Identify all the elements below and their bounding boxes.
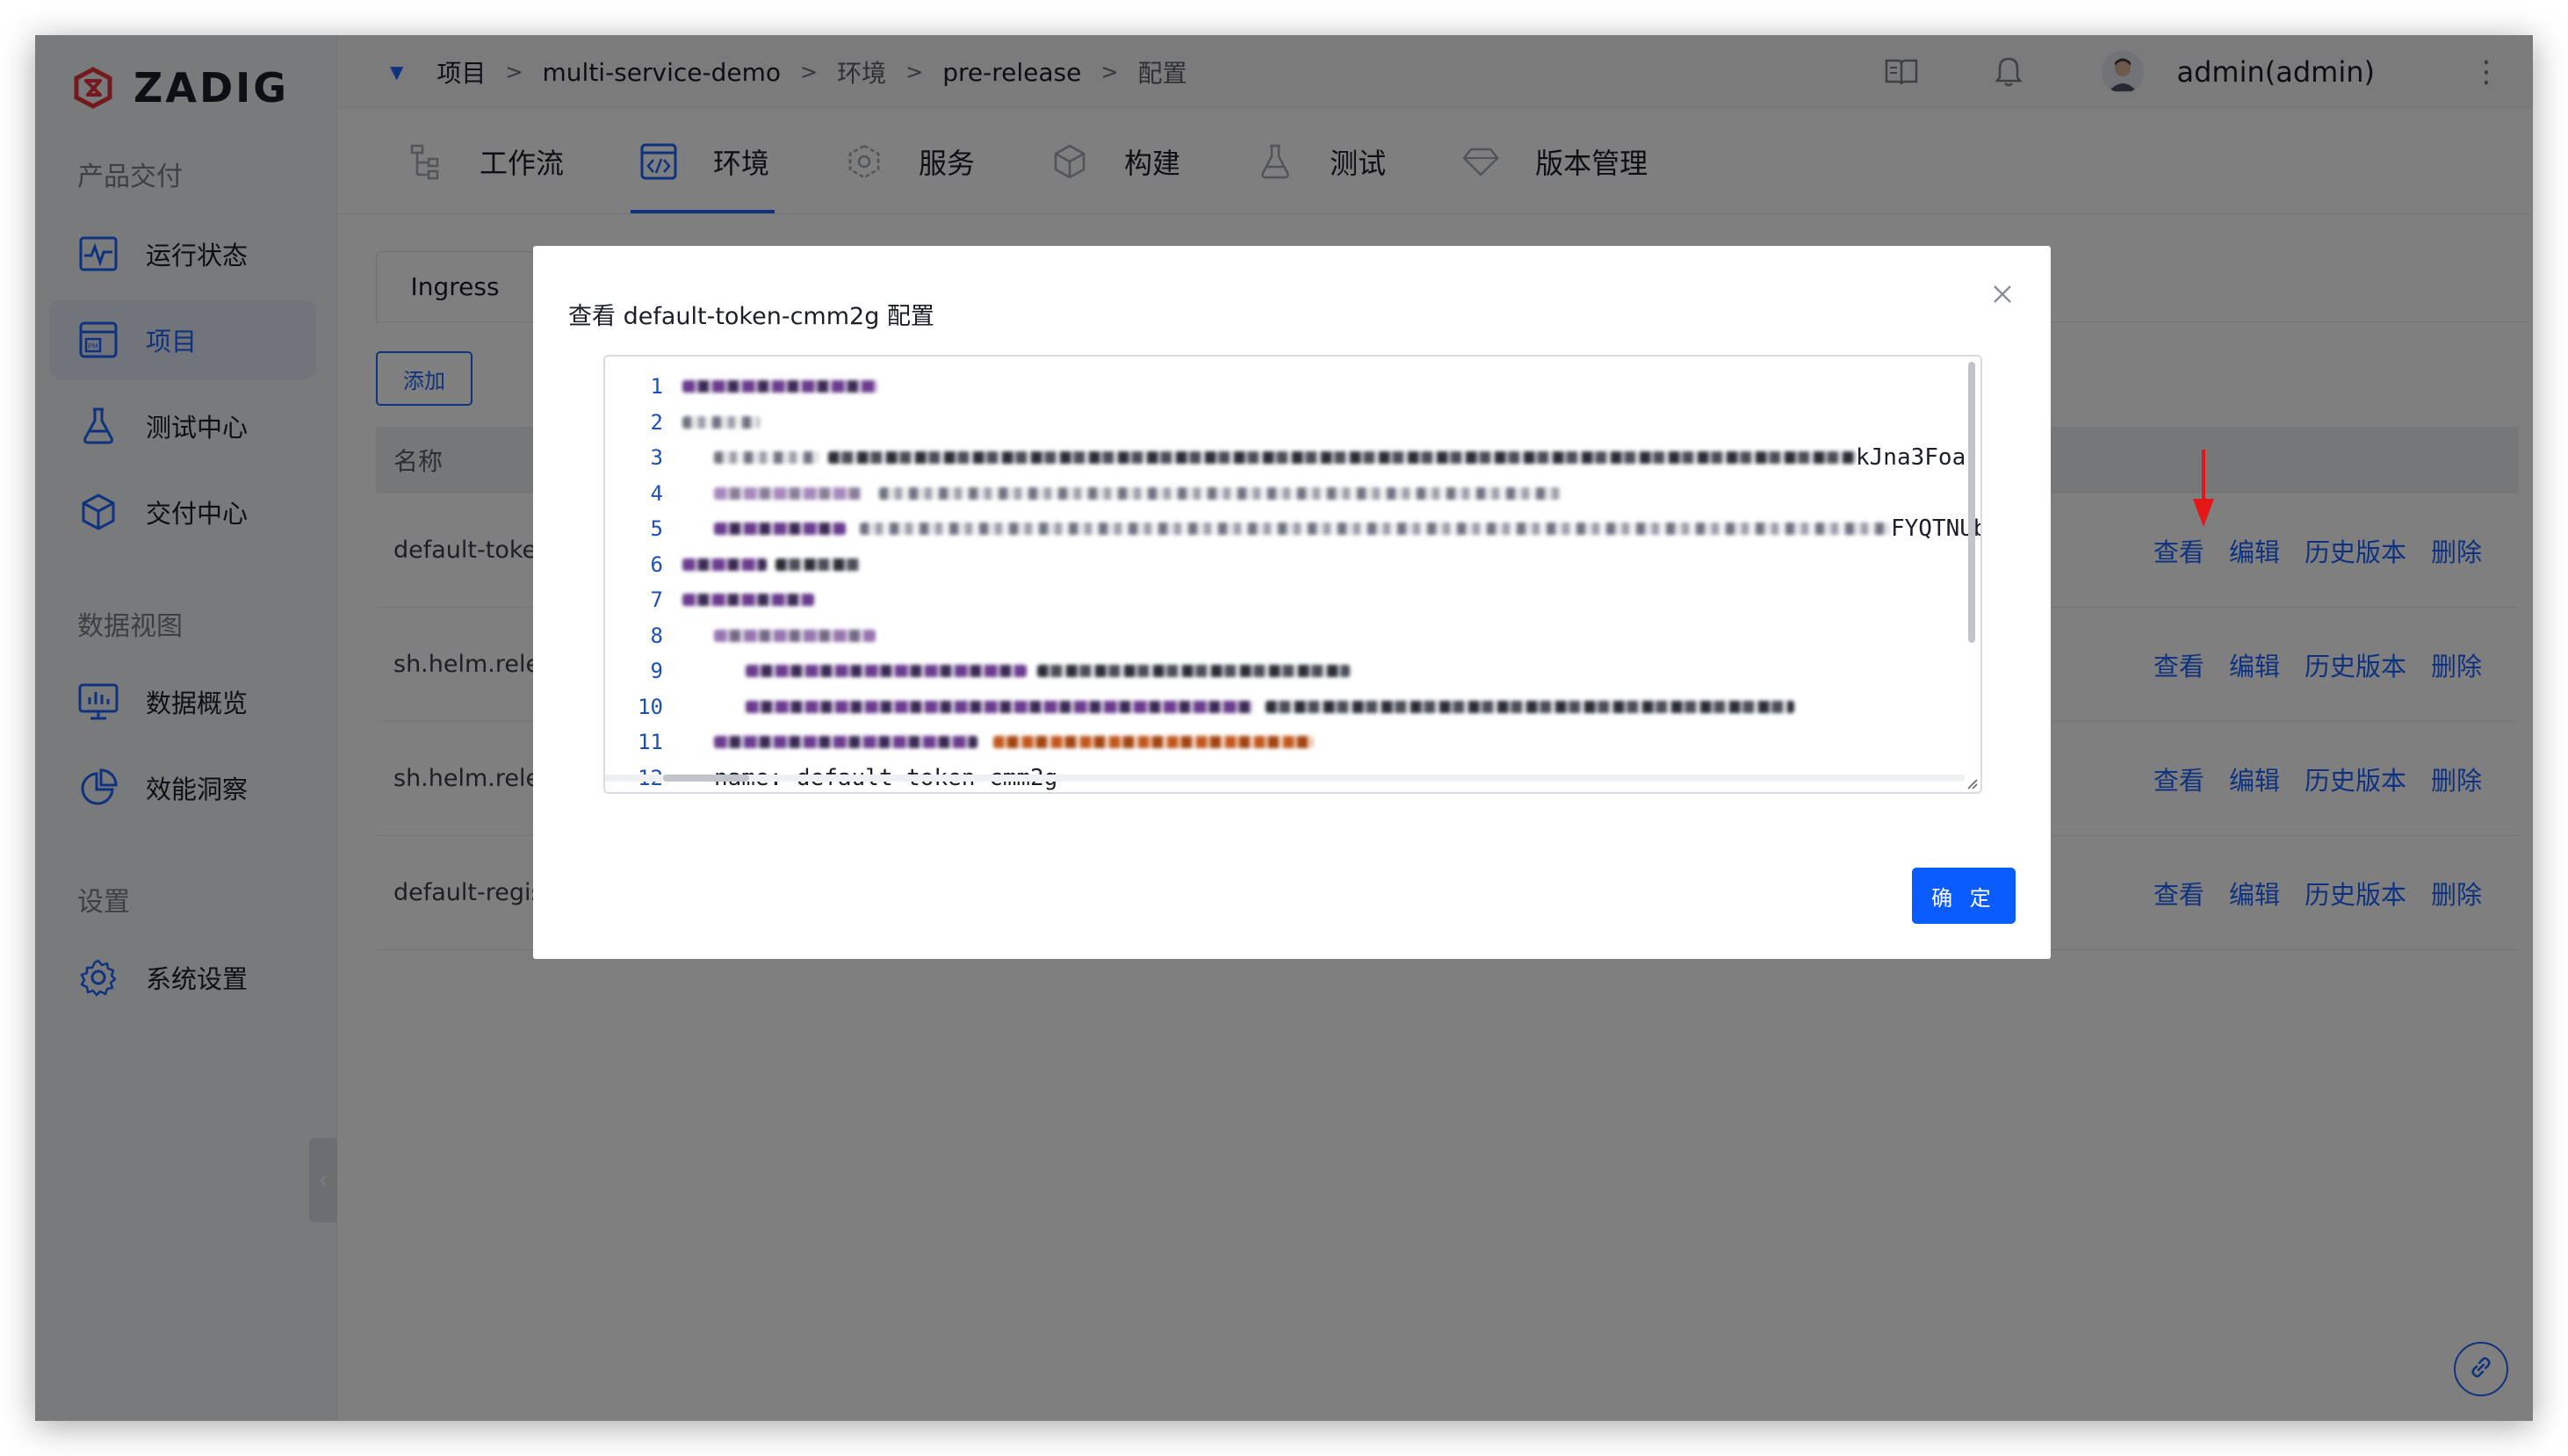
line-number: 4: [650, 480, 663, 506]
line-number: 11: [638, 730, 663, 755]
line-number: 2: [650, 409, 663, 435]
close-icon[interactable]: [1989, 281, 2016, 307]
code-text: [682, 476, 1561, 512]
config-view-dialog: 查看 default-token-cmm2g 配置 1 2 3 kJna3Foa: [533, 246, 2051, 959]
code-text: FYQTNUbU: [682, 511, 1980, 547]
line-number: 7: [650, 587, 663, 613]
code-text: [682, 724, 1313, 760]
code-line: 4: [605, 476, 1561, 512]
yaml-code-editor[interactable]: 1 2 3 kJna3Foa 4 5 FYQTNUbU: [603, 355, 1982, 794]
code-line: 7: [605, 582, 814, 618]
line-number: 9: [650, 659, 663, 684]
code-line: 10: [605, 689, 1794, 725]
code-text: kJna3Foa: [682, 440, 1966, 476]
app-window: ZADIG 产品交付 运行状态 PM 项目 测试中心 交付中心: [35, 35, 2533, 1421]
code-text: [682, 618, 876, 654]
code-text: [682, 653, 1350, 689]
line-number: 10: [638, 694, 663, 719]
vertical-scrollbar[interactable]: [1968, 362, 1975, 643]
code-text: [682, 582, 814, 618]
code-line: 6: [605, 547, 860, 583]
red-arrow-annotation-icon: [2193, 450, 2214, 527]
dialog-title: 查看 default-token-cmm2g 配置: [568, 303, 934, 330]
code-text: [682, 689, 1794, 725]
code-line: 11: [605, 724, 1313, 760]
line-number: 5: [650, 516, 663, 542]
code-line: 8: [605, 618, 876, 654]
horizontal-scrollbar[interactable]: [663, 775, 749, 782]
line-number: 1: [650, 374, 663, 400]
line-number: 8: [650, 623, 663, 648]
code-lines: 1 2 3 kJna3Foa 4 5 FYQTNUbU: [605, 369, 1980, 792]
code-text: [682, 405, 760, 441]
code-line: 9: [605, 653, 1350, 689]
code-text: [682, 547, 860, 583]
confirm-button[interactable]: 确 定: [1912, 868, 2016, 924]
code-line: 5 FYQTNUbU: [605, 511, 1980, 547]
resize-grip-icon[interactable]: [1965, 776, 1979, 790]
code-line: 3 kJna3Foa: [605, 440, 1966, 476]
code-line: 2: [605, 405, 760, 441]
line-number: 3: [650, 445, 663, 471]
horizontal-scrollbar-track: [605, 775, 1965, 782]
code-line: 1: [605, 369, 877, 405]
code-text: [682, 369, 877, 405]
line-number: 6: [650, 551, 663, 577]
